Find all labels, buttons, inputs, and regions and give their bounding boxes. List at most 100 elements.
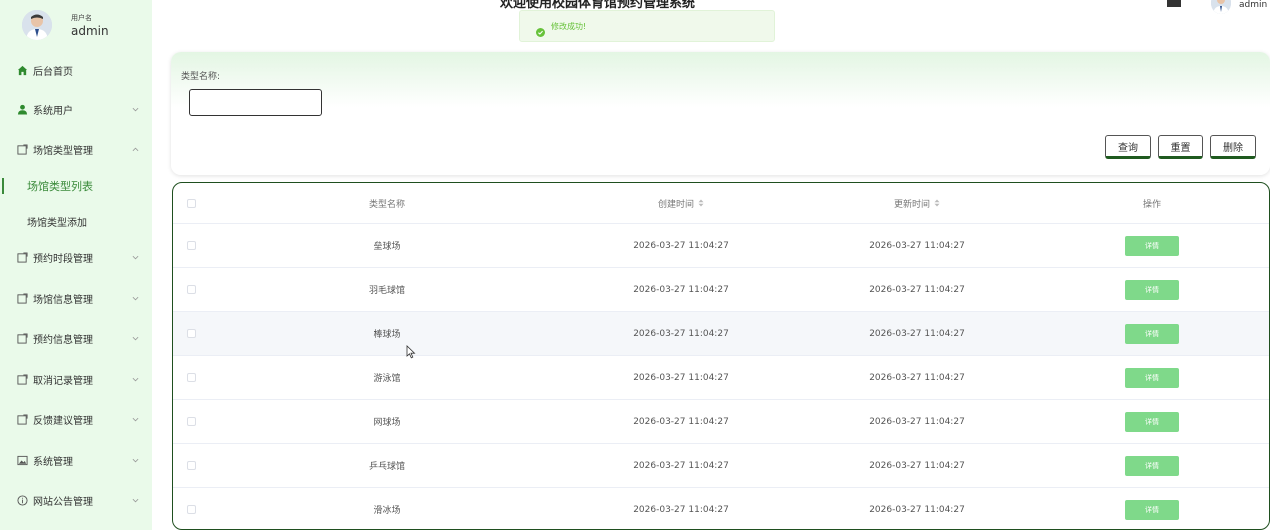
row-checkbox[interactable] bbox=[187, 461, 196, 470]
table-row: 游泳馆 2026-03-27 11:04:27 2026-03-27 11:04:2… bbox=[173, 356, 1269, 400]
select-all-checkbox[interactable] bbox=[187, 198, 196, 208]
column-header-label: 更新时间 bbox=[893, 199, 930, 210]
sidebar-item-label: 场馆类型管理 bbox=[33, 145, 93, 157]
sidebar-item-label: 预约信息管理 bbox=[33, 334, 93, 346]
cell-updated: 2026-03-27 11:04:27 bbox=[869, 504, 965, 515]
sidebar-item-home[interactable]: 后台首页 bbox=[0, 55, 152, 85]
cell-updated: 2026-03-27 11:04:27 bbox=[869, 284, 965, 295]
sort-icon[interactable] bbox=[698, 199, 704, 207]
search-label: 类型名称: bbox=[181, 72, 221, 82]
sidebar-item-announcements[interactable]: 网站公告管理 bbox=[0, 485, 152, 515]
query-button[interactable]: 查询 bbox=[1105, 135, 1151, 159]
cell-updated: 2026-03-27 11:04:27 bbox=[869, 328, 965, 339]
app-root: 用户名 admin 后台首页 系统用户 场馆类型管理 场馆类型列表 场馆类型添加… bbox=[0, 0, 1270, 530]
chevron-down-icon bbox=[131, 253, 139, 261]
table-row: 网球场 2026-03-27 11:04:27 2026-03-27 11:04:2… bbox=[173, 400, 1269, 444]
cell-actions: 详情 bbox=[1033, 488, 1269, 529]
sidebar-subitem-venue-type-add[interactable]: 场馆类型添加 bbox=[0, 207, 152, 235]
picture-icon bbox=[16, 454, 28, 466]
cell-created: 2026-03-27 11:04:27 bbox=[633, 372, 729, 383]
detail-button[interactable]: 详情 bbox=[1125, 323, 1179, 344]
sidebar-item-label: 场馆信息管理 bbox=[33, 294, 93, 306]
cell-updated: 2026-03-27 11:04:27 bbox=[869, 240, 965, 251]
edit-icon bbox=[16, 373, 28, 385]
chevron-down-icon bbox=[131, 456, 139, 464]
detail-button[interactable]: 详情 bbox=[1125, 499, 1179, 520]
sidebar-item-label: 取消记录管理 bbox=[33, 375, 93, 387]
detail-button[interactable]: 详情 bbox=[1125, 455, 1179, 476]
sidebar-item-venue-info[interactable]: 场馆信息管理 bbox=[0, 283, 152, 313]
fullscreen-icon[interactable] bbox=[1166, 0, 1182, 7]
sidebar-subitem-label: 场馆类型列表 bbox=[27, 180, 93, 193]
home-icon bbox=[16, 64, 28, 76]
row-select-cell bbox=[173, 400, 213, 443]
search-panel: 类型名称: 查询 重置 删除 bbox=[171, 52, 1270, 175]
cell-updated: 2026-03-27 11:04:27 bbox=[869, 372, 965, 383]
row-checkbox[interactable] bbox=[187, 373, 196, 382]
cell-type-name: 棒球场 bbox=[373, 330, 401, 340]
sidebar-user-box: 用户名 admin bbox=[0, 0, 152, 52]
table-row: 乒乓球馆 2026-03-27 11:04:27 2026-03-27 11:04:… bbox=[173, 444, 1269, 488]
sidebar-subitem-label: 场馆类型添加 bbox=[27, 217, 87, 229]
cell-updated: 2026-03-27 11:04:27 bbox=[869, 460, 965, 471]
table-header: 类型名称 创建时间 更新时间 操作 bbox=[173, 183, 1269, 224]
cell-actions: 详情 bbox=[1033, 444, 1269, 487]
avatar bbox=[22, 10, 52, 40]
mouse-cursor-icon bbox=[406, 345, 416, 359]
row-checkbox[interactable] bbox=[187, 241, 196, 250]
column-header-created[interactable]: 创建时间 bbox=[561, 183, 801, 223]
edit-icon bbox=[16, 413, 28, 425]
header-avatar[interactable] bbox=[1211, 0, 1231, 14]
sort-icon[interactable] bbox=[934, 199, 940, 207]
header-username[interactable]: admin bbox=[1239, 0, 1267, 10]
row-checkbox[interactable] bbox=[187, 285, 196, 294]
sidebar: 用户名 admin 后台首页 系统用户 场馆类型管理 场馆类型列表 场馆类型添加… bbox=[0, 0, 152, 530]
detail-button[interactable]: 详情 bbox=[1125, 279, 1179, 300]
cell-type-name: 游泳馆 bbox=[373, 374, 401, 384]
delete-button[interactable]: 删除 bbox=[1210, 135, 1256, 159]
reset-button[interactable]: 重置 bbox=[1158, 135, 1203, 159]
column-header-updated[interactable]: 更新时间 bbox=[801, 183, 1033, 223]
edit-icon bbox=[16, 332, 28, 344]
sidebar-item-feedback[interactable]: 反馈建议管理 bbox=[0, 404, 152, 434]
cell-created: 2026-03-27 11:04:27 bbox=[633, 284, 729, 295]
info-icon bbox=[16, 494, 28, 506]
cell-type-name: 网球场 bbox=[373, 418, 401, 428]
chevron-down-icon bbox=[131, 105, 139, 113]
detail-button[interactable]: 详情 bbox=[1125, 367, 1179, 388]
chevron-down-icon bbox=[131, 294, 139, 302]
cell-created: 2026-03-27 11:04:27 bbox=[633, 504, 729, 515]
sidebar-subitem-venue-type-list[interactable]: 场馆类型列表 bbox=[0, 172, 152, 200]
cell-actions: 详情 bbox=[1033, 224, 1269, 267]
sidebar-item-system-admin[interactable]: 系统管理 bbox=[0, 445, 152, 475]
cell-actions: 详情 bbox=[1033, 268, 1269, 311]
table-row: 滑冰场 2026-03-27 11:04:27 2026-03-27 11:04:2… bbox=[173, 488, 1269, 529]
row-select-cell bbox=[173, 356, 213, 399]
success-toast: 修改成功! bbox=[519, 10, 775, 42]
cell-type-name: 滑冰场 bbox=[373, 506, 401, 516]
sidebar-item-venue-type[interactable]: 场馆类型管理 bbox=[0, 134, 152, 164]
detail-button[interactable]: 详情 bbox=[1125, 235, 1179, 256]
sidebar-item-label: 后台首页 bbox=[33, 66, 73, 78]
row-checkbox[interactable] bbox=[187, 329, 196, 338]
avatar-person-icon bbox=[1211, 0, 1231, 14]
sidebar-item-booking-info[interactable]: 预约信息管理 bbox=[0, 323, 152, 353]
sidebar-item-label: 反馈建议管理 bbox=[33, 415, 93, 427]
row-select-cell bbox=[173, 488, 213, 529]
row-checkbox[interactable] bbox=[187, 417, 196, 426]
cell-created: 2026-03-27 11:04:27 bbox=[633, 328, 729, 339]
cell-actions: 详情 bbox=[1033, 356, 1269, 399]
user-icon bbox=[16, 103, 28, 115]
cell-actions: 详情 bbox=[1033, 400, 1269, 443]
type-name-input[interactable] bbox=[189, 89, 322, 116]
detail-button[interactable]: 详情 bbox=[1125, 411, 1179, 432]
row-checkbox[interactable] bbox=[187, 505, 196, 514]
toast-message: 修改成功! bbox=[551, 22, 587, 31]
cell-type-name: 乒乓球馆 bbox=[368, 462, 405, 472]
chevron-down-icon bbox=[131, 334, 139, 342]
sidebar-item-system-users[interactable]: 系统用户 bbox=[0, 94, 152, 124]
row-select-cell bbox=[173, 444, 213, 487]
sidebar-item-time-slot[interactable]: 预约时段管理 bbox=[0, 242, 152, 272]
row-select-cell bbox=[173, 268, 213, 311]
sidebar-item-cancel-records[interactable]: 取消记录管理 bbox=[0, 364, 152, 394]
